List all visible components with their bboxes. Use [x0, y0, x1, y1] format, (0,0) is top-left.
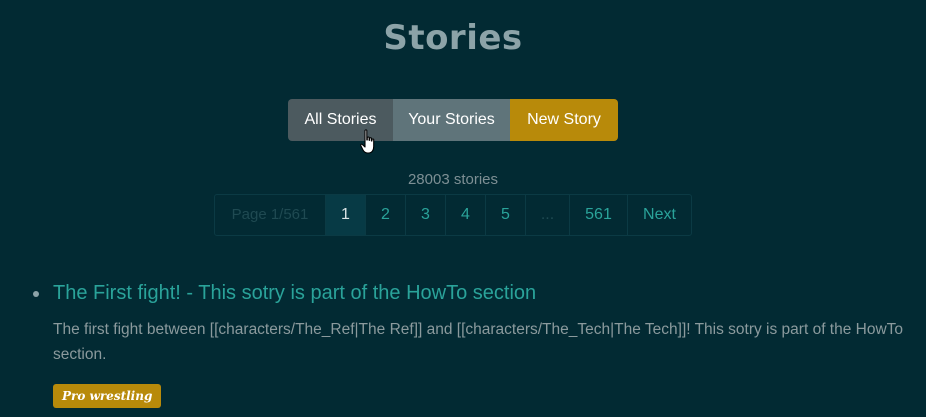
- story-title-link[interactable]: The First fight! - This sotry is part of…: [53, 282, 536, 305]
- bullet-icon: [33, 291, 39, 297]
- page-4-link[interactable]: 4: [446, 195, 486, 235]
- story-filter-group: All Stories Your Stories New Story: [288, 99, 618, 141]
- page-2-link[interactable]: 2: [366, 195, 406, 235]
- hand-cursor-icon: [360, 129, 375, 154]
- page-1-link[interactable]: 1: [326, 195, 366, 235]
- story-description: The first fight between [[characters/The…: [53, 321, 904, 363]
- new-story-button[interactable]: New Story: [510, 99, 618, 141]
- story-count: 28003 stories: [407, 171, 499, 188]
- stories-page: Stories All Stories Your Stories New Sto…: [0, 0, 926, 417]
- page-5-link[interactable]: 5: [486, 195, 526, 235]
- pagination-info: Page 1/561: [215, 195, 326, 235]
- next-page-link[interactable]: Next: [628, 195, 691, 235]
- last-page-link[interactable]: 561: [570, 195, 628, 235]
- page-title: Stories: [383, 18, 523, 58]
- pagination-ellipsis: ...: [526, 195, 570, 235]
- your-stories-button[interactable]: Your Stories: [393, 99, 510, 141]
- pagination: Page 1/561 1 2 3 4 5 ... 561 Next: [214, 194, 692, 236]
- page-3-link[interactable]: 3: [406, 195, 446, 235]
- story-tag[interactable]: Pro wrestling: [53, 384, 162, 408]
